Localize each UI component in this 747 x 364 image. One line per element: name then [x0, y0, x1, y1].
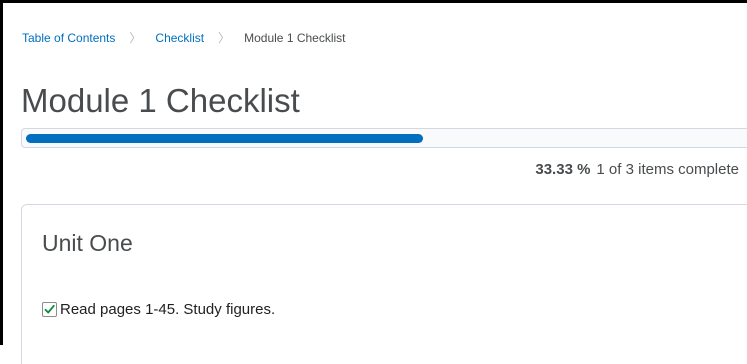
breadcrumb-current: Module 1 Checklist [244, 30, 346, 45]
checklist-item-label: Read pages 1-45. Study figures. [60, 301, 276, 318]
page-title: Module 1 Checklist [21, 82, 300, 120]
unit-card: Unit One Read pages 1-45. Study figures. [21, 204, 747, 364]
breadcrumb-link-checklist[interactable]: Checklist [155, 31, 204, 45]
progress-summary: 1 of 3 items complete [596, 161, 739, 178]
progress-status: 33.33 % 1 of 3 items complete [535, 161, 739, 178]
breadcrumb: Table of Contents 〉 Checklist 〉 Module 1… [22, 29, 346, 46]
progress-bar [21, 128, 747, 148]
checklist-item[interactable]: Read pages 1-45. Study figures. [42, 301, 275, 318]
breadcrumb-separator-icon: 〉 [129, 31, 142, 45]
checkbox[interactable] [42, 302, 57, 317]
breadcrumb-separator-icon: 〉 [218, 31, 231, 45]
breadcrumb-link-table-of-contents[interactable]: Table of Contents [22, 31, 115, 45]
unit-title: Unit One [42, 230, 133, 256]
progress-fill [26, 134, 423, 143]
checkmark-icon [44, 304, 55, 314]
progress-percent: 33.33 % [535, 161, 591, 178]
